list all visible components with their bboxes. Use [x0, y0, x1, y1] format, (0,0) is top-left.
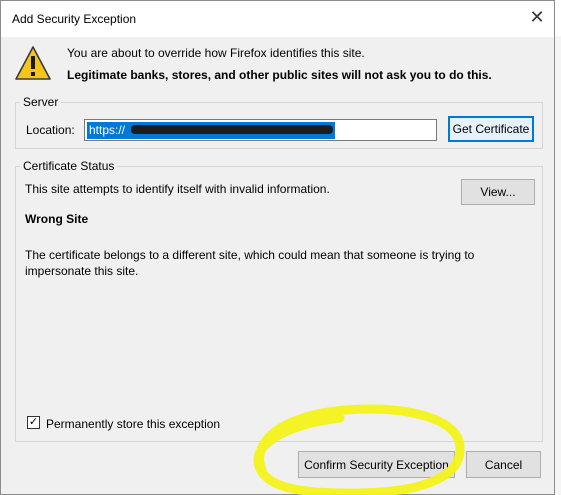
server-group-label: Server — [20, 95, 62, 109]
check-icon: ✓ — [28, 416, 39, 428]
certificate-status-label: Certificate Status — [20, 159, 118, 173]
dialog-title: Add Security Exception — [12, 12, 137, 26]
location-selected-text: https:// — [87, 122, 336, 139]
certificate-status-group: Certificate Status This site attempts to… — [15, 159, 543, 442]
warning-message: You are about to override how Firefox id… — [67, 46, 365, 60]
wrong-site-heading: Wrong Site — [25, 212, 89, 226]
warning-emphasis: Legitimate banks, stores, and other publ… — [67, 68, 492, 82]
redacted-url-scribble — [131, 125, 334, 135]
location-input[interactable]: https:// — [84, 119, 437, 141]
location-value: https:// — [89, 123, 126, 137]
permanent-exception-checkbox[interactable]: ✓ — [27, 416, 40, 429]
permanent-exception-label[interactable]: Permanently store this exception — [46, 417, 220, 431]
background-window-right — [554, 36, 561, 495]
status-message: This site attempts to identify itself wi… — [25, 182, 330, 196]
cancel-button[interactable]: Cancel — [466, 451, 541, 478]
close-button[interactable]: ✕ — [520, 1, 554, 33]
server-group: Server Location: https:// Get Certificat… — [15, 95, 543, 149]
get-certificate-button[interactable]: Get Certificate — [448, 116, 534, 142]
wrong-site-description: The certificate belongs to a different s… — [25, 248, 475, 278]
add-security-exception-dialog: Add Security Exception ✕ You are about t… — [0, 0, 555, 495]
close-icon: ✕ — [529, 6, 545, 27]
location-label: Location: — [26, 123, 75, 137]
warning-triangle-icon — [15, 46, 51, 80]
confirm-security-exception-button[interactable]: Confirm Security Exception — [298, 451, 455, 478]
view-button[interactable]: View... — [461, 179, 535, 205]
title-bar: Add Security Exception ✕ — [1, 1, 554, 37]
